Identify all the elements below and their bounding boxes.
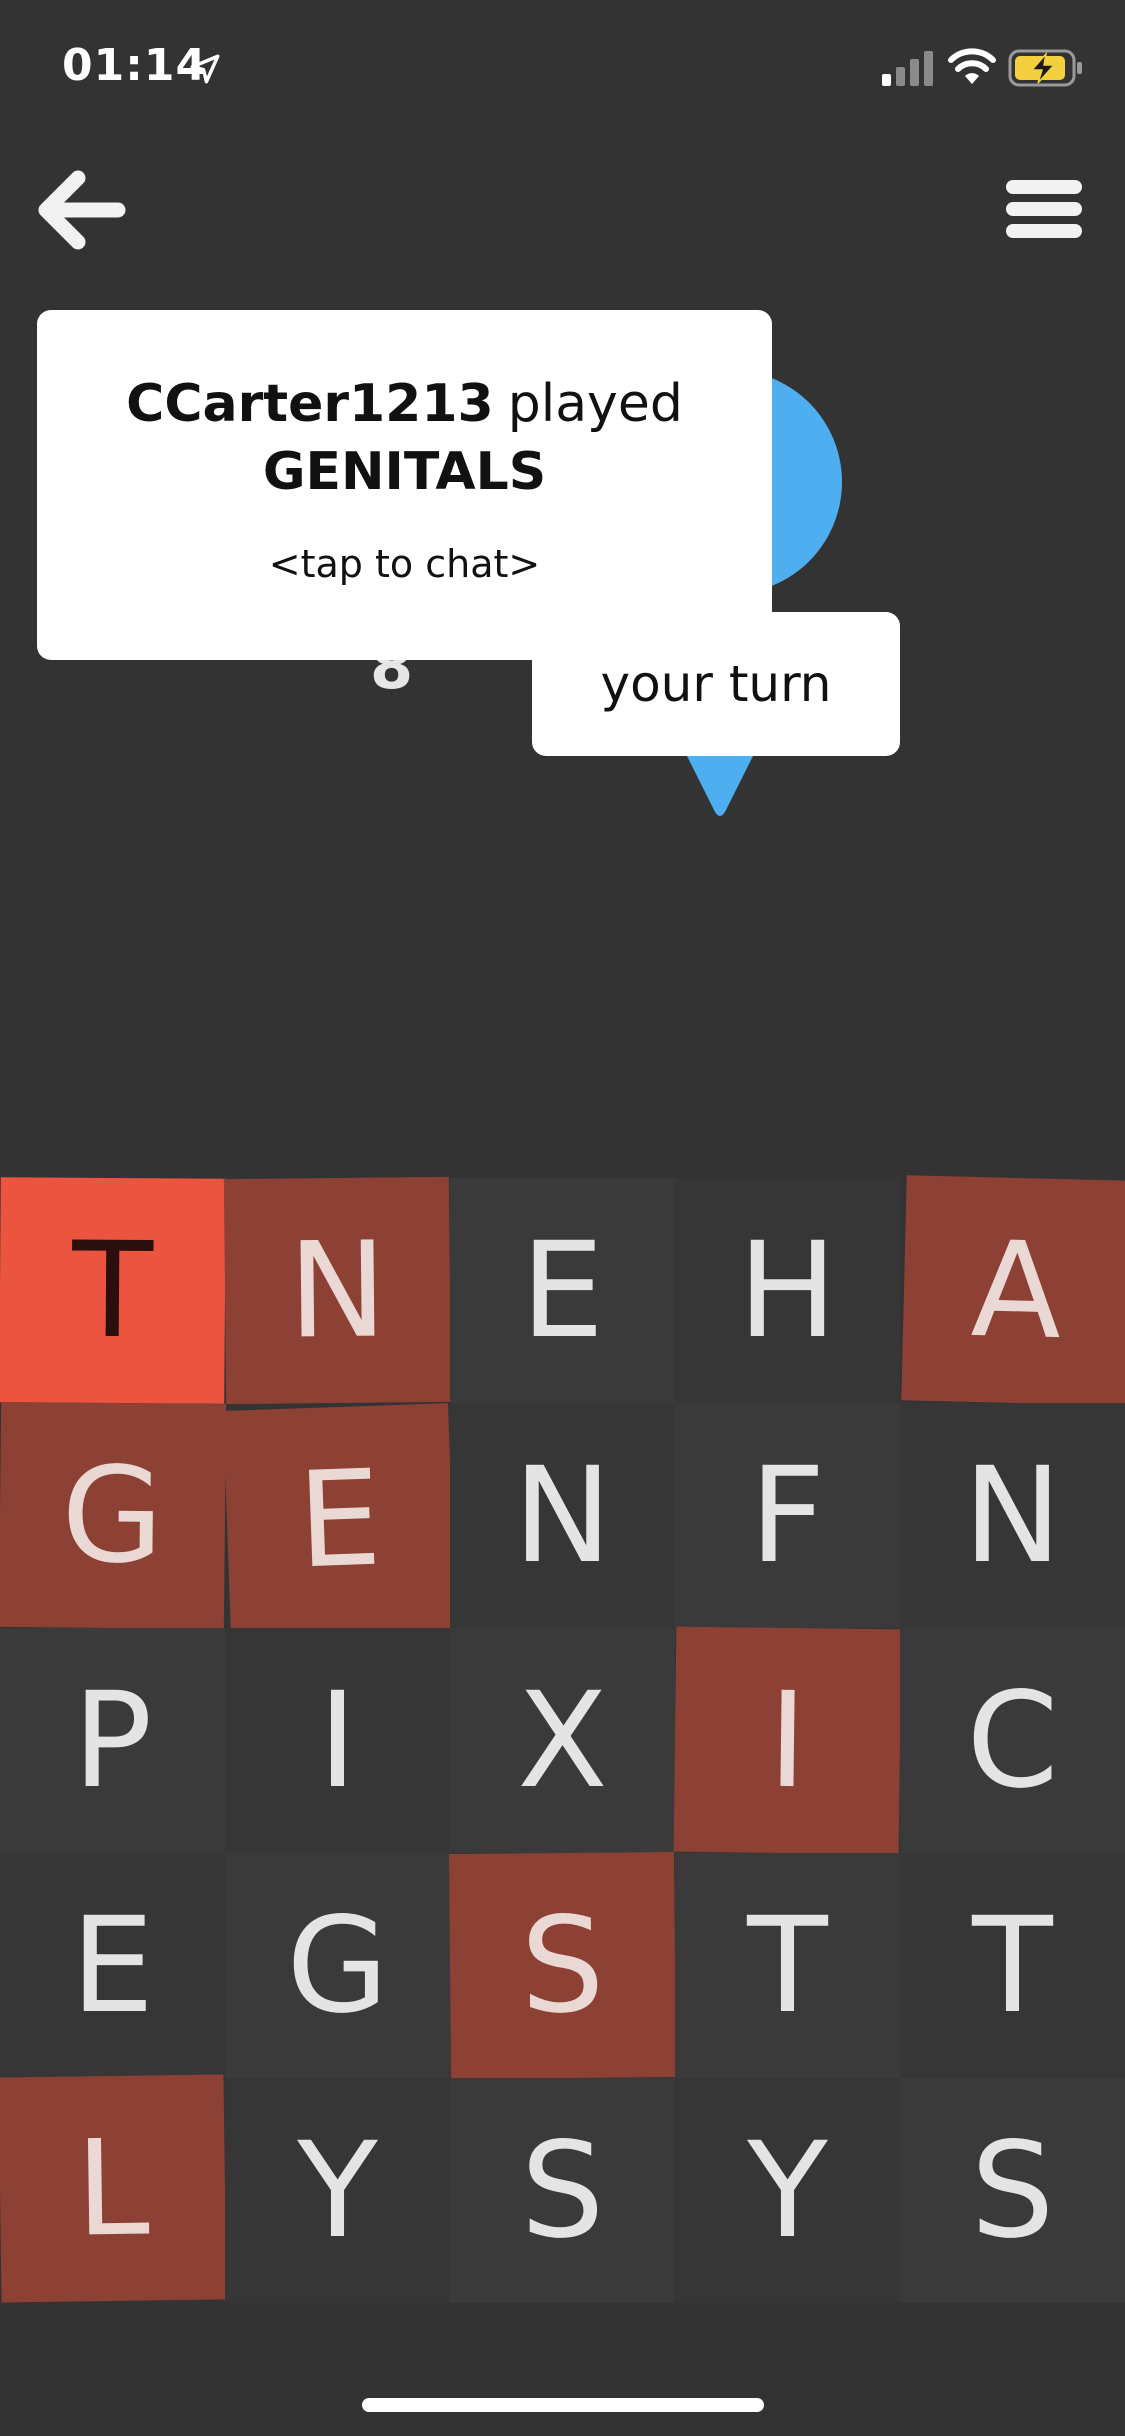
letter-tile[interactable]: N [223, 1176, 452, 1405]
status-bar: 01:14 [0, 0, 1125, 135]
letter-tile[interactable]: I [673, 1626, 902, 1855]
last-play-card[interactable]: CCarter1213 played GENITALS <tap to chat> [37, 310, 772, 660]
cellular-signal-icon [882, 51, 933, 86]
menu-button[interactable] [1004, 174, 1084, 244]
letter-tile[interactable]: E [0, 1853, 225, 2078]
location-arrow-icon [190, 54, 220, 84]
letter-tile[interactable]: I [225, 1628, 450, 1853]
letter-tile[interactable]: F [675, 1403, 900, 1628]
letter-tile[interactable]: N [900, 1403, 1125, 1628]
letter-tile[interactable]: Y [675, 2078, 900, 2303]
play-verb: played [507, 374, 683, 434]
letter-tile[interactable]: P [0, 1628, 225, 1853]
home-indicator[interactable] [362, 2398, 764, 2412]
letter-tile[interactable]: Y [225, 2078, 450, 2303]
status-time: 01:14 [62, 40, 208, 91]
letter-tile[interactable]: T [675, 1853, 900, 2078]
letter-tile[interactable]: A [901, 1175, 1125, 1406]
letter-tile[interactable]: T [0, 1177, 226, 1404]
letter-tile[interactable]: S [449, 1852, 676, 2079]
tap-to-chat-hint: <tap to chat> [268, 542, 541, 586]
letter-tile[interactable]: X [450, 1628, 675, 1853]
wifi-icon [948, 48, 996, 84]
letter-tile[interactable]: S [450, 2078, 675, 2303]
letter-tile[interactable]: C [900, 1628, 1125, 1853]
back-button[interactable] [34, 168, 126, 252]
hamburger-menu-icon [1006, 180, 1082, 238]
turn-indicator: your turn [532, 612, 900, 756]
letter-tile[interactable]: G [0, 1401, 227, 1630]
letter-tile[interactable]: T [900, 1853, 1125, 2078]
battery-charging-icon [1008, 49, 1082, 87]
letter-tile[interactable]: G [225, 1853, 450, 2078]
letter-board: TNEHAGENFNPIXICEGSTTLYSYS [0, 1175, 1125, 2303]
player-name: CCarter1213 [126, 374, 494, 434]
letter-tile[interactable]: S [900, 2078, 1125, 2303]
played-word: GENITALS [262, 442, 547, 502]
letter-tile[interactable]: L [0, 2074, 227, 2303]
letter-tile[interactable]: N [450, 1403, 675, 1628]
letter-tile[interactable]: H [675, 1178, 900, 1403]
letter-tile[interactable]: E [223, 1403, 456, 1636]
back-arrow-icon [38, 170, 126, 250]
letter-tile[interactable]: E [450, 1178, 675, 1403]
last-play-line: CCarter1213 played [37, 374, 772, 434]
